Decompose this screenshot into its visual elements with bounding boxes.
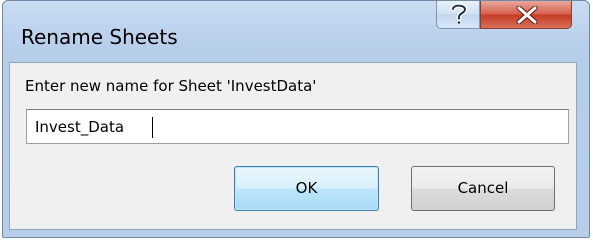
ok-button[interactable]: OK [234, 166, 379, 211]
help-button[interactable] [436, 1, 480, 29]
close-x-icon [516, 6, 538, 24]
rename-prompt-label: Enter new name for Sheet 'InvestData' [25, 77, 317, 95]
sheet-name-input[interactable] [26, 109, 569, 144]
close-button[interactable] [480, 1, 572, 29]
dialog-title: Rename Sheets [21, 25, 178, 49]
text-caret [152, 117, 153, 138]
question-mark-icon [450, 3, 468, 25]
cancel-button[interactable]: Cancel [411, 166, 555, 211]
